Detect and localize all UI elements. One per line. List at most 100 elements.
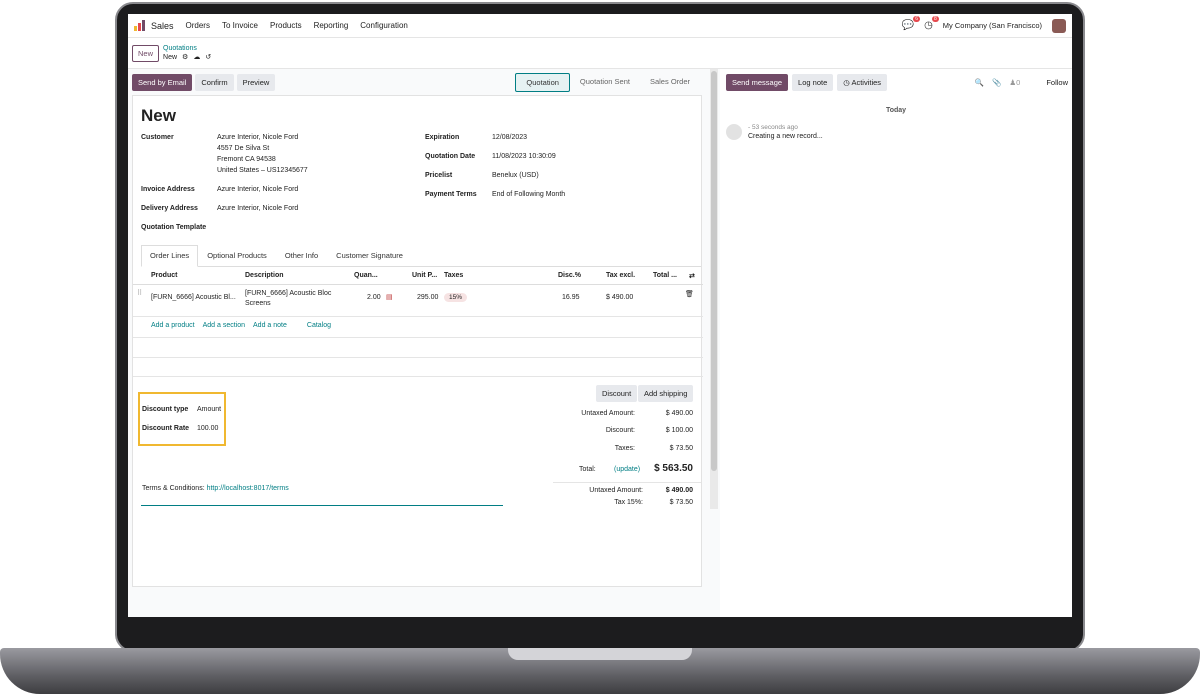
chatter-message: - 53 seconds ago Creating a new record..… [720,124,1072,140]
terms-and-conditions[interactable]: Terms & Conditions: http://localhost:801… [142,485,289,492]
activities-button[interactable]: ◷ Activities [837,73,888,91]
tab-other-info[interactable]: Other Info [276,245,327,266]
total-value: $ 563.50 [654,463,693,474]
col-product[interactable]: Product [151,272,177,279]
col-taxes[interactable]: Taxes [444,272,463,279]
followers-button[interactable]: ♟0 [1009,78,1020,87]
untaxed-amount-2-value: $ 490.00 [665,487,693,494]
terms-underline [141,505,503,506]
customer-field[interactable]: Azure Interior, Nicole Ford 4557 De Silv… [217,132,308,176]
discount-type-field[interactable]: Amount [197,404,221,415]
row-description[interactable]: [FURN_6666] Acoustic Bloc Screens [245,289,345,309]
chat-count-badge: 6 [913,16,921,22]
row-quantity[interactable]: 2.00 [367,294,381,301]
add-note-link[interactable]: Add a note [253,322,287,329]
chat-icon[interactable]: 💬 6 [902,16,921,31]
col-unit-price[interactable]: Unit P... [412,272,437,279]
col-tax-excl[interactable]: Tax excl. [606,272,635,279]
log-note-button[interactable]: Log note [792,73,834,91]
new-button[interactable]: New [132,44,160,62]
payment-terms-label: Payment Terms [425,191,477,198]
chatter-panel: Send message Log note ◷ Activities 🔍 📎 ♟… [720,69,1072,617]
menu-products[interactable]: Products [270,21,302,30]
activity-count-badge: 8 [932,16,939,22]
follow-button[interactable]: Follow [1046,78,1068,87]
tab-order-lines[interactable]: Order Lines [141,245,199,267]
invoice-address-label: Invoice Address [141,186,195,193]
quotation-date-label: Quotation Date [425,153,476,160]
activity-clock-icon[interactable]: ◷ 8 [924,16,939,31]
quotation-date-field[interactable]: 11/08/2023 10:30:09 [492,151,556,162]
message-time: - 53 seconds ago [748,124,798,131]
menu-configuration[interactable]: Configuration [360,21,408,30]
quotation-template-label: Quotation Template [141,224,207,231]
status-sales-order[interactable]: Sales Order [640,73,700,92]
tab-customer-signature[interactable]: Customer Signature [327,245,412,266]
payment-terms-field[interactable]: End of Following Month [492,189,565,200]
col-total[interactable]: Total ... [653,272,677,279]
status-quotation-sent[interactable]: Quotation Sent [570,73,640,92]
order-lines-header: Product Description Quan... Unit P... Ta… [133,268,703,285]
column-settings-icon[interactable]: ⇄ [689,272,695,280]
delivery-address-field[interactable]: Azure Interior, Nicole Ford [217,203,298,214]
attachment-paperclip-icon[interactable]: 📎 [992,78,1001,87]
tax-15-label: Tax 15%: [614,499,643,506]
breadcrumb-current: New [163,54,178,61]
menu-to-invoice[interactable]: To Invoice [222,21,258,30]
expiration-field[interactable]: 12/08/2023 [492,132,527,143]
status-quotation[interactable]: Quotation [515,72,570,92]
terms-link[interactable]: http://localhost:8017/terms [207,485,289,492]
add-shipping-button[interactable]: Add shipping [638,385,694,402]
preview-button[interactable]: Preview [236,73,276,91]
control-panel: New Quotations New ⚙ ☁ ↺ [128,38,1072,69]
pricelist-field[interactable]: Benelux (USD) [492,170,539,181]
breadcrumb: Quotations New ⚙ ☁ ↺ [163,44,211,62]
delete-trash-icon[interactable]: 🗑 [685,290,694,298]
sales-app-icon[interactable] [134,20,145,31]
forecast-chart-icon[interactable]: ▤ [386,293,393,301]
search-icon[interactable]: 🔍 [975,78,984,87]
col-discount[interactable]: Disc.% [558,272,581,279]
row-unit-price[interactable]: 295.00 [417,294,438,301]
scrollbar-thumb[interactable] [711,71,717,471]
invoice-address-field[interactable]: Azure Interior, Nicole Ford [217,184,298,195]
table-row[interactable]: ⠿ [FURN_6666] Acoustic Bl... [FURN_6666]… [133,285,703,317]
untaxed-amount-value: $ 490.00 [665,410,693,417]
send-by-email-button[interactable]: Send by Email [132,73,193,91]
app-name[interactable]: Sales [151,21,174,31]
discard-icon[interactable]: ↺ [205,53,211,62]
col-description[interactable]: Description [245,272,284,279]
form-panel: Send by Email Confirm Preview Quotation … [132,69,710,617]
update-link[interactable]: (update) [614,466,640,473]
tab-optional-products[interactable]: Optional Products [198,245,276,266]
company-switcher[interactable]: My Company (San Francisco) [943,21,1042,30]
breadcrumb-quotations[interactable]: Quotations [163,44,211,53]
add-section-link[interactable]: Add a section [203,322,245,329]
chatter-toolbar: Send message Log note ◷ Activities 🔍 📎 ♟… [720,69,1072,95]
discount-total-value: $ 100.00 [665,427,693,434]
add-product-link[interactable]: Add a product [151,322,195,329]
activities-label: Activities [851,77,882,87]
col-quantity[interactable]: Quan... [354,272,378,279]
menu-orders[interactable]: Orders [186,21,210,30]
empty-row-divider [133,357,703,358]
screen: Sales Orders To Invoice Products Reporti… [128,14,1072,617]
drag-handle-icon[interactable]: ⠿ [137,289,142,297]
confirm-button[interactable]: Confirm [195,73,234,91]
discount-button[interactable]: Discount [596,385,638,402]
row-tax-tag[interactable]: 15% [444,293,468,302]
notebook-tabs: Order Lines Optional Products Other Info… [141,245,701,267]
form-sheet: New Customer Azure Interior, Nicole Ford… [132,95,703,587]
discount-rate-field[interactable]: 100.00 [197,423,218,434]
menu-reporting[interactable]: Reporting [314,21,349,30]
expiration-label: Expiration [425,134,460,141]
save-cloud-icon[interactable]: ☁ [193,53,200,62]
row-product[interactable]: [FURN_6666] Acoustic Bl... [151,294,236,301]
untaxed-amount-label: Untaxed Amount: [581,410,635,417]
send-message-button[interactable]: Send message [726,73,789,91]
row-discount[interactable]: 16.95 [562,294,580,301]
taxes-label: Taxes: [614,445,635,452]
catalog-link[interactable]: Catalog [307,322,331,329]
user-avatar[interactable] [1052,18,1066,33]
gear-icon[interactable]: ⚙ [182,53,188,62]
